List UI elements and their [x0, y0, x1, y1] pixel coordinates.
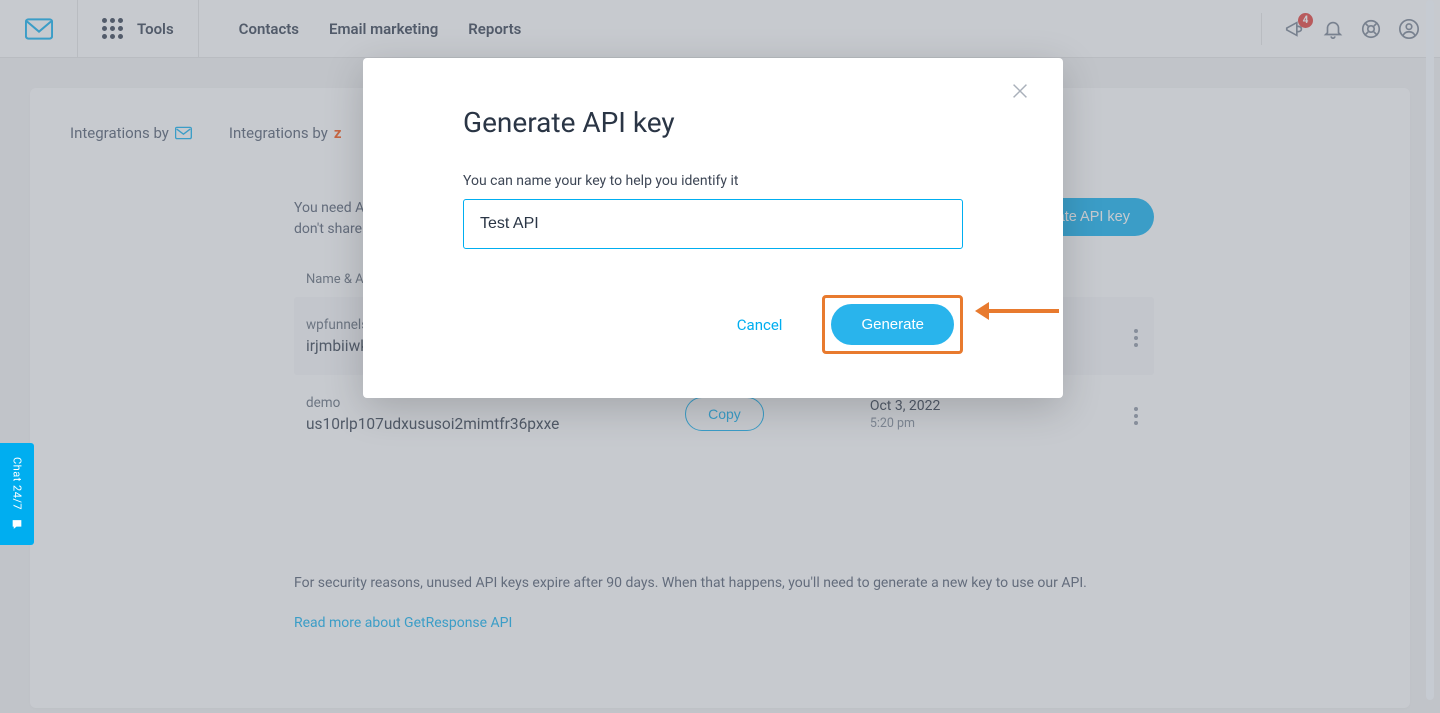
modal-label: You can name your key to help you identi… — [463, 173, 963, 189]
generate-api-key-modal: Generate API key You can name your key t… — [363, 58, 1063, 398]
scrollbar[interactable] — [1426, 0, 1434, 713]
scrollbar-thumb[interactable] — [1426, 0, 1434, 700]
modal-title: Generate API key — [463, 106, 963, 139]
cancel-button[interactable]: Cancel — [737, 316, 783, 334]
generate-button[interactable]: Generate — [831, 304, 954, 345]
chat-support-tab[interactable]: Chat 24/7 — [0, 443, 34, 545]
chat-label: Chat 24/7 — [11, 457, 24, 510]
close-icon[interactable] — [1009, 80, 1031, 102]
api-key-name-input[interactable] — [463, 199, 963, 249]
chat-icon — [10, 518, 24, 531]
highlight-annotation: Generate — [822, 295, 963, 354]
